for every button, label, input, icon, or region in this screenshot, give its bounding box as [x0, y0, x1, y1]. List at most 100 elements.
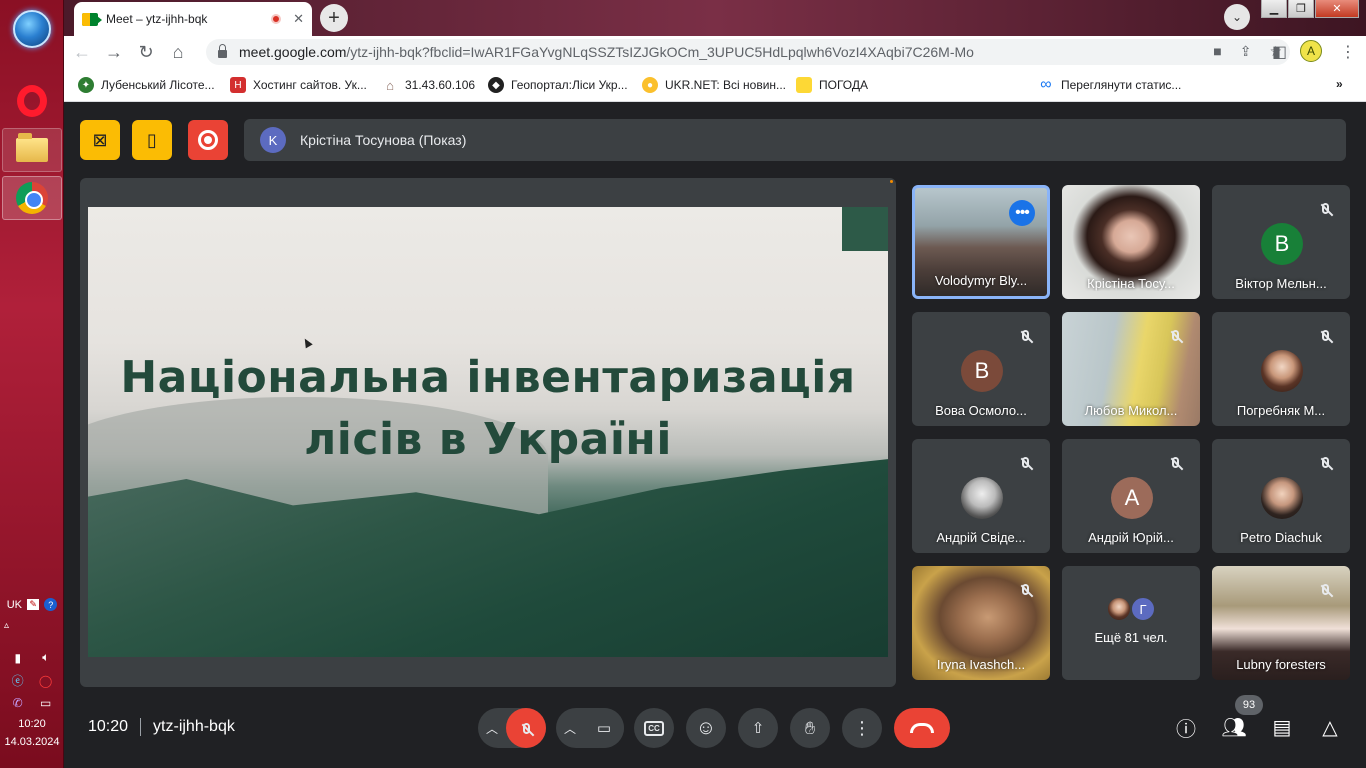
more-participants-tile[interactable]: Г Ещё 81 чел.: [1062, 566, 1200, 680]
tray-row-1: ▮ 🔈︎: [4, 650, 60, 665]
taskbar-clock-date[interactable]: 14.03.2024: [0, 736, 64, 748]
router-icon: ⌂: [386, 77, 394, 93]
back-arrow-icon[interactable]: ←: [68, 38, 96, 66]
hosting-h-icon: H: [230, 77, 246, 93]
leave-call-button[interactable]: [894, 708, 950, 748]
participant-tile[interactable]: Petro Diachuk: [1212, 439, 1350, 553]
lock-icon[interactable]: [218, 44, 227, 58]
tab-meet[interactable]: Meet – ytz-ijhh-bqk ✕: [74, 2, 312, 36]
camera-icon: ▭: [596, 720, 612, 737]
participant-name: Любов Микол...: [1084, 403, 1178, 418]
forward-arrow-icon[interactable]: →: [100, 38, 128, 66]
camera-toggle-button[interactable]: ▭: [584, 708, 624, 748]
bookmark-item[interactable]: ✦ Лубенський Лісоте...: [78, 77, 215, 93]
home-icon[interactable]: ⌂: [164, 38, 192, 66]
bookmark-item[interactable]: ∞ Переглянути статис...: [1038, 76, 1181, 93]
maximize-button[interactable]: ❐: [1288, 0, 1314, 18]
raise-hand-button[interactable]: ✋︎: [790, 708, 830, 748]
mic-toggle-button[interactable]: [506, 708, 546, 748]
tray-language[interactable]: UK ✎ ?: [4, 598, 60, 611]
clipboard-icon[interactable]: ▮: [15, 651, 22, 665]
share-icon[interactable]: ⇪: [1240, 43, 1252, 60]
bookmark-item[interactable]: ● UKR.NET: Всі новин...: [642, 77, 786, 93]
side-panel-icon[interactable]: ◧: [1272, 42, 1287, 62]
mic-off-icon: [1166, 326, 1184, 344]
leave-room-button[interactable]: ▯: [132, 120, 172, 160]
presentation-stage[interactable]: Національна інвентаризація лісів в Украї…: [80, 178, 896, 687]
tab-close-icon[interactable]: ✕: [293, 11, 304, 27]
participant-tile[interactable]: ••• Volodymyr Bly...: [912, 185, 1050, 299]
menu-kebab-icon[interactable]: ⋮: [1340, 42, 1356, 62]
activities-button[interactable]: △: [1317, 714, 1343, 740]
bookmark-item[interactable]: ⌂ 31.43.60.106: [382, 77, 475, 93]
mic-off-icon: [522, 722, 530, 734]
participant-tile[interactable]: А Андрій Юрій...: [1062, 439, 1200, 553]
captions-button[interactable]: CC: [634, 708, 674, 748]
slide-corner-accent: [842, 207, 888, 251]
turn-off-camera-button[interactable]: ⊠: [80, 120, 120, 160]
bookmark-item[interactable]: ◆ Геопортал:Ліси Укр...: [488, 77, 628, 93]
participant-tile[interactable]: Андрій Свіде...: [912, 439, 1050, 553]
participant-photo: [1261, 477, 1303, 519]
minimize-button[interactable]: ▁: [1261, 0, 1287, 18]
help-icon[interactable]: ?: [44, 598, 58, 611]
volume-icon[interactable]: 🔈︎: [42, 650, 49, 665]
camera-control-group: ︿ ▭: [556, 708, 624, 748]
profile-avatar[interactable]: A: [1300, 40, 1322, 62]
browser-window: Meet – ytz-ijhh-bqk ✕ + ⌄ ▁ ❐ ✕ ← → ↻ ⌂ …: [64, 0, 1366, 102]
start-button[interactable]: [2, 8, 62, 50]
tray-chevron-icon[interactable]: ▵: [4, 620, 9, 631]
bookmark-item[interactable]: H Хостинг сайтов. Ук...: [230, 77, 367, 93]
participant-tile[interactable]: Lubny foresters: [1212, 566, 1350, 680]
chat-button[interactable]: ▤: [1269, 714, 1295, 740]
camera-indicator-icon[interactable]: ■: [1213, 43, 1221, 60]
taskbar-explorer[interactable]: [2, 128, 62, 172]
participant-tile[interactable]: Любов Микол...: [1062, 312, 1200, 426]
participant-tile[interactable]: Крістіна Тосу...: [1062, 185, 1200, 299]
edge-icon[interactable]: ⓔ: [12, 672, 24, 689]
opera-tray-icon[interactable]: ◯: [39, 674, 52, 688]
meeting-info: 10:20 ytz-ijhh-bqk: [88, 718, 235, 736]
people-button[interactable]: 👥︎: [1221, 714, 1247, 740]
taskbar-clock-time[interactable]: 10:20: [0, 718, 64, 730]
network-icon[interactable]: ▭: [40, 696, 51, 710]
recording-indicator-icon: [271, 14, 282, 24]
tray-expand[interactable]: ▵: [4, 620, 60, 631]
viber-icon[interactable]: ✆: [13, 696, 23, 710]
more-options-button[interactable]: ⋮: [842, 708, 882, 748]
language-indicator[interactable]: UK: [7, 599, 22, 611]
taskbar-opera[interactable]: [2, 80, 62, 122]
close-window-button[interactable]: ✕: [1315, 0, 1359, 18]
audio-options-chevron-icon[interactable]: ︿: [478, 720, 506, 737]
participant-count-badge: 93: [1235, 695, 1263, 715]
activities-shapes-icon: △: [1322, 716, 1338, 739]
reactions-button[interactable]: ☺: [686, 708, 726, 748]
meeting-code[interactable]: ytz-ijhh-bqk: [153, 718, 235, 736]
taskbar-chrome[interactable]: [2, 176, 62, 220]
participant-tile[interactable]: В Вова Осмоло...: [912, 312, 1050, 426]
participant-tile[interactable]: Iryna Ivashch...: [912, 566, 1050, 680]
meeting-details-button[interactable]: ⓘ: [1173, 714, 1199, 741]
address-bar[interactable]: meet.google.com/ytz-ijhh-bqk?fbclid=IwAR…: [206, 39, 1290, 65]
participant-photo: [1261, 350, 1303, 392]
tab-search-chevron-icon[interactable]: ⌄: [1224, 4, 1250, 30]
meet-control-bar: 10:20 ytz-ijhh-bqk ︿ ︿ ▭ CC ☺ ⇧ ✋︎ ⋮ ⓘ 👥…: [64, 695, 1366, 768]
more-participants-label: Ещё 81 чел.: [1094, 630, 1168, 645]
presenter-name: Крістіна Тосунова (Показ): [300, 132, 467, 148]
bookmarks-overflow-button[interactable]: »: [1336, 77, 1343, 91]
participant-name: Вова Осмоло...: [935, 403, 1027, 418]
more-options-icon[interactable]: •••: [1009, 200, 1035, 226]
hangup-phone-icon: [910, 723, 934, 733]
bookmark-label: Лубенський Лісоте...: [101, 78, 215, 92]
camera-off-icon: ⊠: [92, 129, 108, 150]
new-tab-button[interactable]: +: [320, 4, 348, 32]
recording-button[interactable]: [188, 120, 228, 160]
participant-tile[interactable]: Погребняк М...: [1212, 312, 1350, 426]
folder-bookmark-icon: [796, 77, 812, 93]
video-options-chevron-icon[interactable]: ︿: [556, 720, 584, 737]
present-screen-button[interactable]: ⇧: [738, 708, 778, 748]
divider: [140, 718, 142, 736]
participant-tile[interactable]: В Віктор Мельн...: [1212, 185, 1350, 299]
reload-icon[interactable]: ↻: [132, 38, 160, 66]
bookmark-item[interactable]: ПОГОДА: [796, 77, 868, 93]
